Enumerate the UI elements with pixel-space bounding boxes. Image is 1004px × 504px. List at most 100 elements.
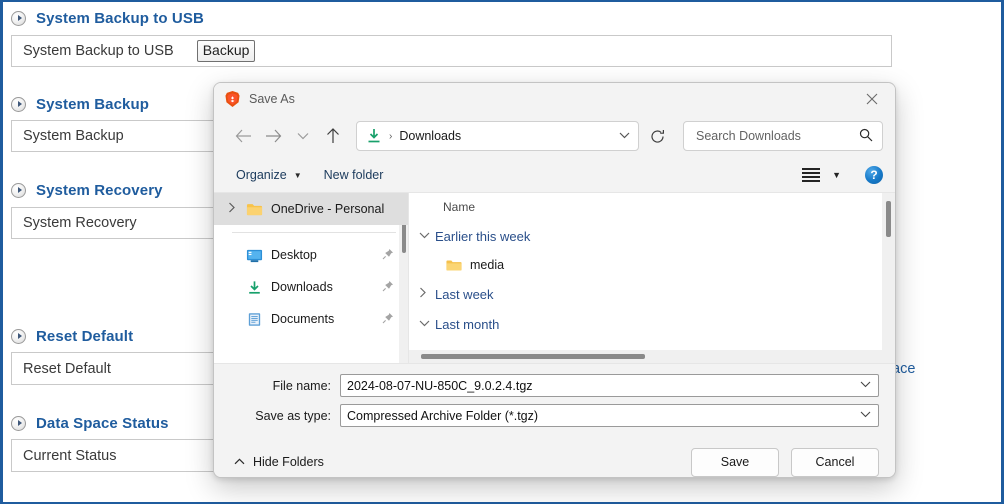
organize-button[interactable]: Organize ▼ <box>236 168 302 182</box>
sidebar-item-desktop[interactable]: Desktop <box>214 239 408 271</box>
chevron-down-icon[interactable] <box>860 410 871 421</box>
sidebar-item-label: Downloads <box>271 280 333 294</box>
pin-icon[interactable] <box>382 312 394 327</box>
sidebar-item-documents[interactable]: Documents <box>214 303 408 335</box>
section-header-system-backup-to-usb[interactable]: System Backup to USB <box>11 7 204 29</box>
hide-folders-label: Hide Folders <box>253 455 324 469</box>
save-as-type-row: Save as type: Compressed Archive Folder … <box>230 404 879 427</box>
chevron-down-icon[interactable] <box>419 230 435 242</box>
file-name-field[interactable]: 2024-08-07-NU-850C_9.0.2.4.tgz <box>340 374 879 397</box>
dialog-footer: Hide Folders Save Cancel <box>214 434 895 477</box>
expander-icon[interactable] <box>11 328 26 344</box>
section-header-system-recovery[interactable]: System Recovery <box>11 179 163 201</box>
refresh-icon[interactable] <box>641 121 673 151</box>
organize-label: Organize <box>236 168 287 182</box>
save-as-type-value: Compressed Archive Folder (*.tgz) <box>347 408 539 423</box>
column-header-name[interactable]: Name <box>409 193 895 221</box>
row-label: Current Status <box>23 447 117 464</box>
address-breadcrumb-bar[interactable]: › Downloads <box>356 121 639 151</box>
close-icon[interactable] <box>849 83 895 114</box>
chevron-down-icon: ▼ <box>293 170 302 180</box>
pin-icon[interactable] <box>382 248 394 263</box>
dialog-body: OneDrive - Personal Desktop Downloads Do… <box>214 192 895 363</box>
chevron-down-icon[interactable] <box>419 318 435 330</box>
row-label: System Recovery <box>23 215 137 231</box>
downloads-icon <box>249 280 260 294</box>
file-list-pane: Name Earlier this week media Last week L… <box>409 193 895 363</box>
documents-icon <box>248 312 261 326</box>
search-icon[interactable] <box>859 128 873 145</box>
expander-icon[interactable] <box>11 96 26 112</box>
list-item[interactable]: media <box>409 251 895 279</box>
section-header-data-space-status[interactable]: Data Space Status <box>11 412 169 434</box>
search-input[interactable] <box>694 128 858 144</box>
hide-folders-button[interactable]: Hide Folders <box>234 455 324 469</box>
file-name-value: 2024-08-07-NU-850C_9.0.2.4.tgz <box>347 378 533 393</box>
file-group-label: Last week <box>435 286 494 302</box>
navigation-pane: OneDrive - Personal Desktop Downloads Do… <box>214 193 408 363</box>
file-group-earlier-this-week[interactable]: Earlier this week <box>409 221 895 251</box>
section-header-reset-default[interactable]: Reset Default <box>11 325 133 347</box>
file-pane-hscrollbar-thumb[interactable] <box>421 354 645 359</box>
dialog-form: File name: 2024-08-07-NU-850C_9.0.2.4.tg… <box>214 363 895 427</box>
file-group-last-week[interactable]: Last week <box>409 279 895 309</box>
sidebar-item-label: Documents <box>271 312 335 326</box>
backup-button[interactable]: Backup <box>196 40 256 62</box>
new-folder-button[interactable]: New folder <box>324 168 384 182</box>
recent-locations-chevron-down-icon[interactable] <box>288 122 318 150</box>
sidebar-item-label: OneDrive - Personal <box>271 202 385 216</box>
save-button[interactable]: Save <box>691 447 779 477</box>
sidebar-item-onedrive[interactable]: OneDrive - Personal <box>214 193 408 225</box>
downloads-icon <box>368 129 380 143</box>
section-title: System Backup to USB <box>36 9 204 27</box>
pin-icon[interactable] <box>382 280 394 295</box>
row-label: Reset Default <box>23 360 111 377</box>
breadcrumb-separator: › <box>389 130 393 142</box>
chevron-down-icon[interactable] <box>860 380 871 391</box>
save-as-type-select[interactable]: Compressed Archive Folder (*.tgz) <box>340 404 879 427</box>
sidebar-item-downloads[interactable]: Downloads <box>214 271 408 303</box>
row-label: System Backup to USB <box>23 43 174 59</box>
chevron-right-icon[interactable] <box>419 287 435 301</box>
expander-icon[interactable] <box>11 10 26 26</box>
section-header-system-backup[interactable]: System Backup <box>11 93 149 115</box>
breadcrumb-chevron-down-icon[interactable] <box>619 131 630 142</box>
nav-pane-divider <box>232 232 396 233</box>
forward-arrow-icon[interactable] <box>258 122 288 150</box>
view-options-chevron-down-icon[interactable]: ▼ <box>832 170 841 180</box>
section-title: Data Space Status <box>36 414 169 432</box>
list-view-icon[interactable] <box>802 168 821 182</box>
section-title: System Backup <box>36 95 150 113</box>
help-icon[interactable]: ? <box>865 166 883 184</box>
save-as-type-label: Save as type: <box>255 408 331 423</box>
expander-icon[interactable] <box>11 182 26 198</box>
chevron-right-icon[interactable] <box>228 202 246 216</box>
file-group-label: Last month <box>435 316 500 332</box>
search-downloads-box[interactable] <box>683 121 883 151</box>
save-as-dialog: Save As › Downloads Search Downloads Org… <box>213 82 896 478</box>
file-name-label: File name: <box>272 378 331 393</box>
breadcrumb-current-folder[interactable]: Downloads <box>399 129 461 143</box>
expander-icon[interactable] <box>11 415 26 431</box>
chevron-up-icon <box>234 457 245 468</box>
dialog-title: Save As <box>249 91 295 106</box>
sidebar-item-label: Desktop <box>271 248 317 262</box>
dialog-titlebar[interactable]: Save As <box>214 83 895 114</box>
dialog-navbar: › Downloads <box>214 114 895 158</box>
up-arrow-icon[interactable] <box>318 122 348 150</box>
back-arrow-icon[interactable] <box>228 122 258 150</box>
folder-icon <box>446 260 462 270</box>
dialog-toolbar: Organize ▼ New folder ▼ ? <box>214 158 895 192</box>
section-title: System Recovery <box>36 181 163 199</box>
section-title: Reset Default <box>36 327 134 345</box>
folder-icon <box>246 203 263 215</box>
file-name-row: File name: 2024-08-07-NU-850C_9.0.2.4.tg… <box>230 374 879 397</box>
file-pane-scrollbar-thumb[interactable] <box>886 201 891 237</box>
file-group-label: Earlier this week <box>435 228 531 244</box>
file-item-name: media <box>470 258 505 272</box>
brave-lion-icon <box>225 90 240 107</box>
cancel-button[interactable]: Cancel <box>791 447 879 477</box>
desktop-icon <box>246 249 263 262</box>
new-folder-label: New folder <box>323 168 384 182</box>
file-group-last-month[interactable]: Last month <box>409 309 895 339</box>
